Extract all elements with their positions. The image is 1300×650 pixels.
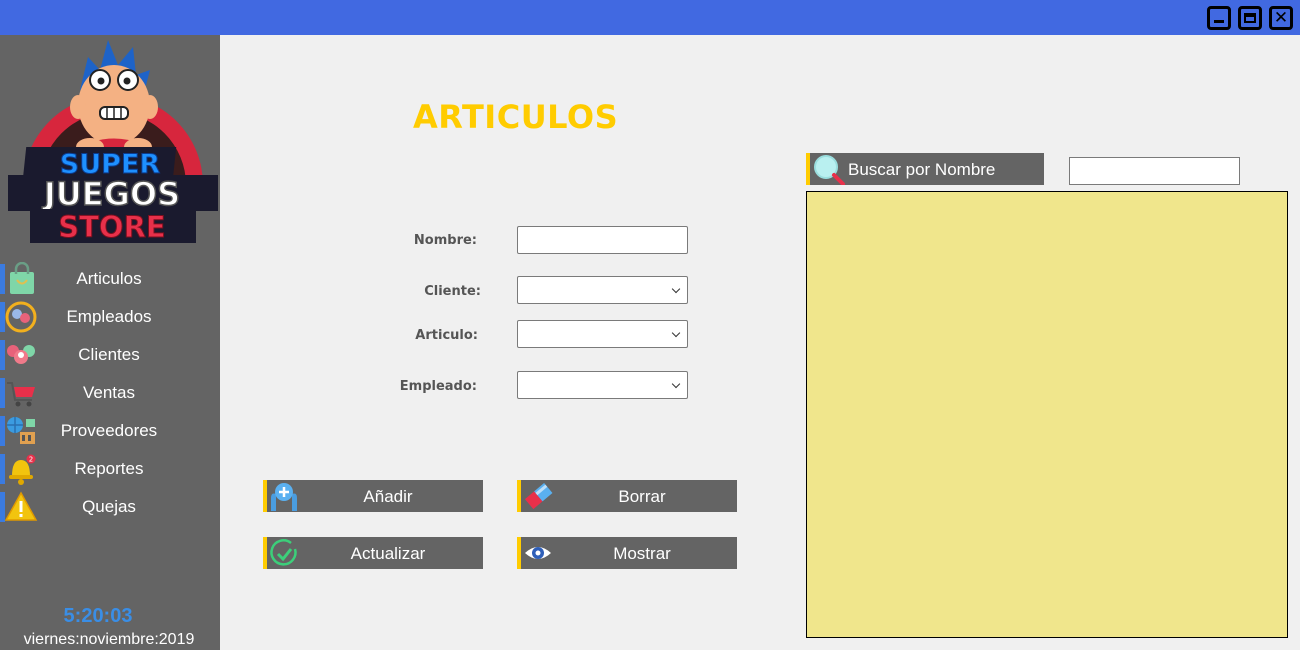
sidebar-item-reportes[interactable]: 2 Reportes	[0, 452, 220, 486]
sidebar-item-label: Quejas	[82, 497, 136, 516]
minimize-button[interactable]	[1207, 6, 1231, 30]
nombre-label: Nombre:	[413, 233, 477, 248]
cliente-label: Cliente:	[424, 284, 481, 299]
add-label: Añadir	[363, 487, 413, 506]
store-logo: SUPER JUEGOS STORE	[8, 35, 218, 251]
search-label: Buscar por Nombre	[848, 160, 996, 179]
sidebar-item-label: Ventas	[83, 383, 135, 402]
svg-text:STORE: STORE	[58, 210, 165, 244]
page-title: ARTICULOS	[413, 98, 619, 136]
search-input[interactable]	[1069, 157, 1240, 185]
empleado-select[interactable]	[517, 371, 688, 399]
date: viernes:noviembre:2019	[23, 631, 195, 648]
delete-label: Borrar	[618, 487, 666, 506]
sidebar: SUPER JUEGOS STORE Articulos Empleados C…	[0, 35, 220, 650]
articulo-select[interactable]	[517, 320, 688, 348]
maximize-button[interactable]	[1238, 6, 1262, 30]
minimize-icon	[1214, 20, 1224, 23]
show-button[interactable]: Mostrar	[517, 537, 737, 569]
close-icon: ✕	[1273, 8, 1289, 28]
cliente-select[interactable]	[517, 276, 688, 304]
add-button[interactable]: Añadir	[263, 480, 483, 512]
update-label: Actualizar	[350, 544, 426, 563]
maximize-icon	[1244, 13, 1256, 23]
clock: 5:20:03	[63, 605, 133, 627]
sidebar-item-label: Reportes	[74, 459, 144, 478]
sidebar-item-label: Clientes	[78, 345, 140, 364]
delete-button[interactable]: Borrar	[517, 480, 737, 512]
show-label: Mostrar	[613, 544, 671, 563]
svg-text:JUEGOS: JUEGOS	[42, 175, 180, 213]
update-button[interactable]: Actualizar	[263, 537, 483, 569]
title-bar: ✕	[0, 0, 1300, 35]
sidebar-item-articulos[interactable]: Articulos	[0, 261, 220, 296]
empleado-label: Empleado:	[399, 379, 477, 394]
sidebar-item-quejas[interactable]: Quejas	[0, 490, 220, 524]
sidebar-item-ventas[interactable]: Ventas	[0, 376, 220, 410]
sidebar-item-label: Articulos	[76, 269, 142, 288]
search-button[interactable]: Buscar por Nombre	[806, 153, 1044, 186]
articulo-label: Articulo:	[415, 328, 478, 343]
sidebar-item-label: Proveedores	[60, 421, 158, 440]
search-icon	[810, 153, 846, 189]
results-table[interactable]	[806, 191, 1288, 638]
sidebar-item-proveedores[interactable]: Proveedores	[0, 414, 220, 448]
close-button[interactable]: ✕	[1269, 6, 1293, 30]
sidebar-item-clientes[interactable]: Clientes	[0, 338, 220, 372]
sidebar-item-label: Empleados	[66, 307, 152, 326]
nombre-field[interactable]	[517, 226, 688, 254]
sidebar-item-empleados[interactable]: Empleados	[0, 300, 220, 334]
